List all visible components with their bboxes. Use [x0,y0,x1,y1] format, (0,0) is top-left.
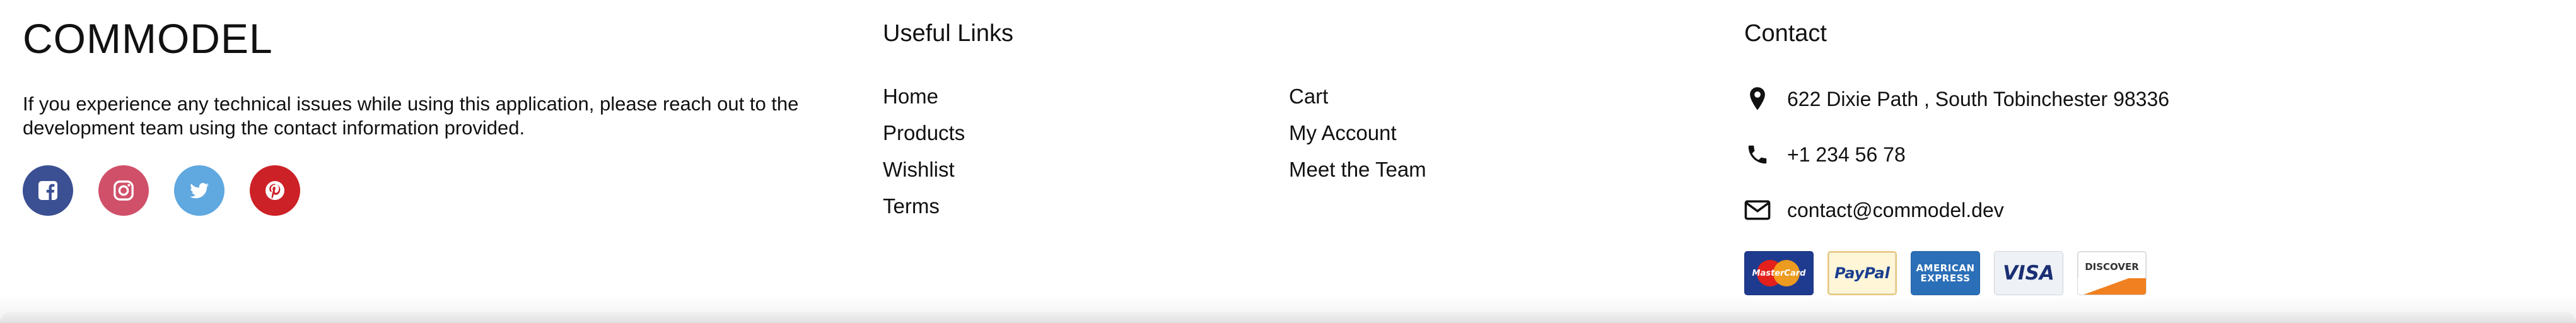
amex-icon: AMERICAN EXPRESS [1911,251,1980,295]
mastercard-label: MasterCard [1752,268,1806,278]
instagram-button[interactable] [98,165,149,216]
discover-icon: DISCOVER [2077,251,2147,295]
pinterest-icon [265,181,284,200]
contact-email: contact@commodel.dev [1744,197,2004,223]
link-wishlist[interactable]: Wishlist [883,158,965,182]
visa-icon: VISA [1994,251,2063,295]
useful-links-heading: Useful Links [883,20,1013,47]
social-links [23,165,300,216]
contact-heading: Contact [1744,20,1827,47]
paypal-label: PayPal [1834,264,1890,282]
link-products[interactable]: Products [883,121,965,145]
useful-links-column-a: Home Products Wishlist Terms [883,85,965,218]
pinterest-button[interactable] [250,165,300,216]
location-pin-icon [1744,86,1771,112]
facebook-icon [38,181,57,200]
phone-text[interactable]: +1 234 56 78 [1787,143,1906,167]
discover-label: DISCOVER [2085,261,2139,273]
link-meet-the-team[interactable]: Meet the Team [1289,158,1426,182]
twitter-button[interactable] [174,165,224,216]
facebook-button[interactable] [23,165,73,216]
paypal-icon: PayPal [1827,251,1897,295]
link-home[interactable]: Home [883,85,965,109]
amex-label: AMERICAN EXPRESS [1916,262,1975,284]
link-cart[interactable]: Cart [1289,85,1426,109]
contact-phone: +1 234 56 78 [1744,141,1906,168]
instagram-icon [114,180,134,201]
link-my-account[interactable]: My Account [1289,121,1426,145]
brand-logo[interactable]: COMMODEL [23,18,273,59]
useful-links-column-b: Cart My Account Meet the Team [1289,85,1426,182]
twitter-icon [190,183,209,199]
brand-description: If you experience any technical issues w… [23,93,799,139]
email-text[interactable]: contact@commodel.dev [1787,199,2004,222]
mastercard-icon: MasterCard [1744,251,1814,295]
link-terms[interactable]: Terms [883,194,965,218]
payment-methods: MasterCard PayPal AMERICAN EXPRESS VISA … [1744,251,2147,295]
contact-address: 622 Dixie Path , South Tobinchester 9833… [1744,86,2169,112]
visa-label: VISA [2003,262,2054,285]
site-footer: COMMODEL If you experience any technical… [0,0,2576,323]
footer-bottom-shadow [0,295,2576,323]
mail-icon [1744,197,1771,223]
address-text: 622 Dixie Path , South Tobinchester 9833… [1787,87,2170,110]
phone-icon [1744,141,1771,168]
